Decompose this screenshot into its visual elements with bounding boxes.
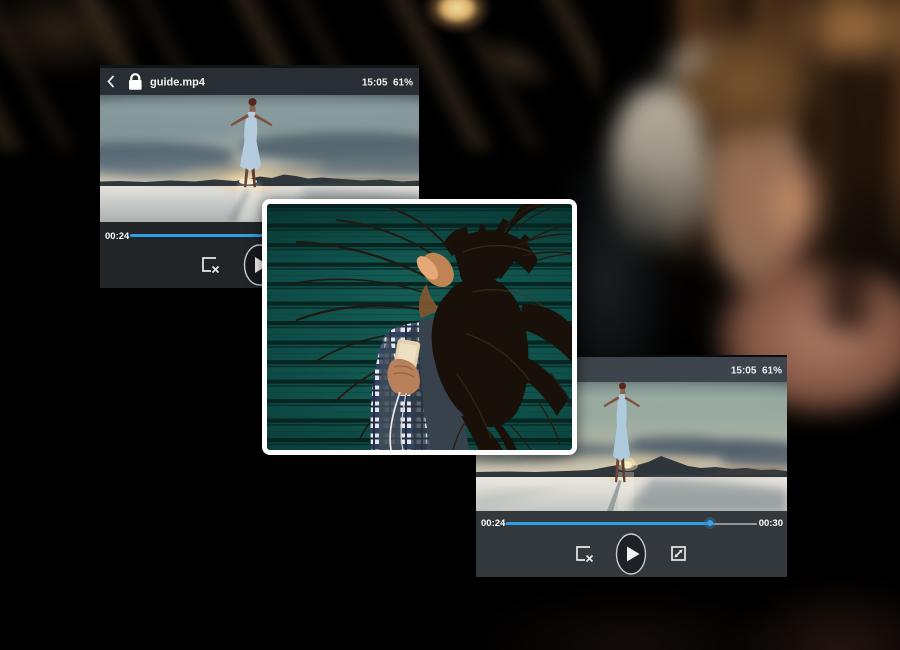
svg-text:15:05 61%: 15:05 61%: [731, 366, 782, 377]
svg-text:guide.mp4: guide.mp4: [150, 77, 206, 89]
svg-text:15:05 61%: 15:05 61%: [362, 78, 413, 89]
